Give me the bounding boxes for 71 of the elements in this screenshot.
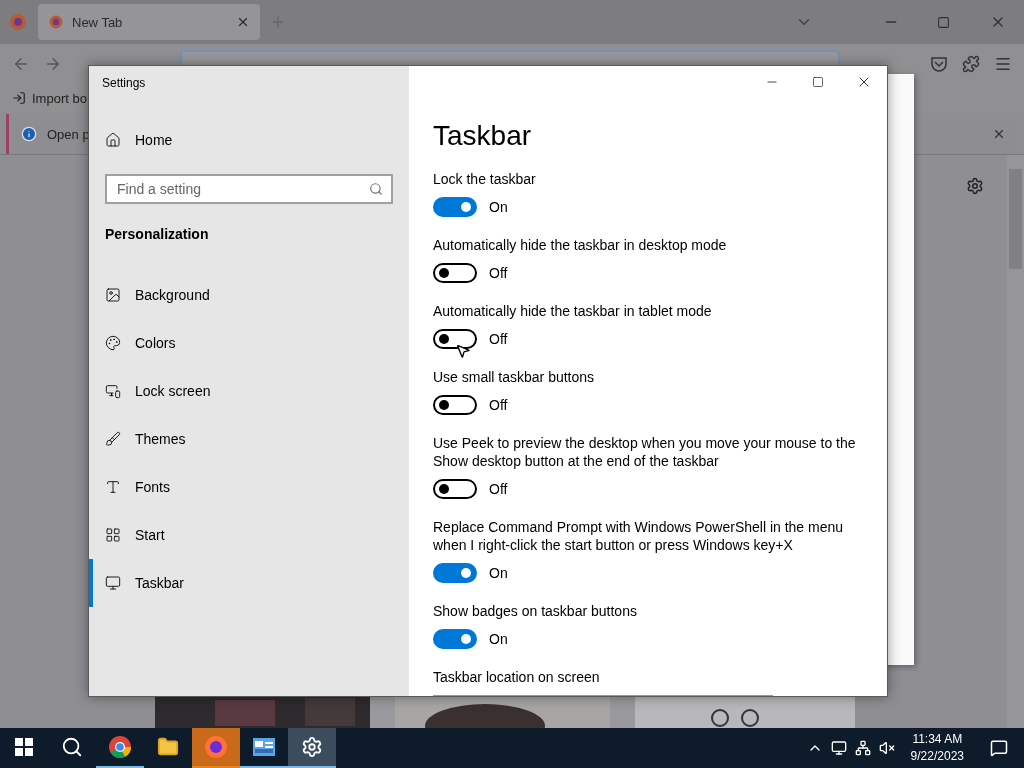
maximize-icon[interactable] <box>812 76 824 88</box>
search-field[interactable]: Find a setting <box>105 174 393 204</box>
page-title: Taskbar <box>433 120 533 152</box>
taskbar-app[interactable] <box>288 728 336 768</box>
toggle-state: On <box>489 565 508 581</box>
network-icon[interactable] <box>854 740 871 756</box>
brush-icon <box>105 431 121 447</box>
setting-label: Taskbar location on screen <box>433 668 601 686</box>
toggle-state: Off <box>489 331 508 347</box>
picture-icon <box>105 287 121 303</box>
toggle-switch[interactable] <box>433 563 477 583</box>
search-icon <box>369 182 383 196</box>
toggle-state: Off <box>489 397 508 413</box>
nav-item[interactable]: Themes <box>89 415 393 463</box>
extensions-icon[interactable] <box>962 55 980 73</box>
notifications-icon[interactable] <box>990 739 1008 757</box>
volume-muted-icon[interactable] <box>878 740 895 756</box>
control-panel-icon <box>252 737 276 757</box>
device-icon[interactable] <box>830 740 847 756</box>
toggle-switch[interactable] <box>433 197 477 217</box>
section-heading: Personalization <box>104 225 210 244</box>
bookmark-link[interactable]: Import bo <box>32 90 87 106</box>
browser-logo-icon <box>48 14 64 30</box>
clock[interactable]: 11:34 AM 9/22/2023 <box>902 731 972 765</box>
toggle-state: On <box>489 199 508 215</box>
browser-tab[interactable]: New Tab <box>38 4 260 40</box>
restore-icon[interactable] <box>937 15 950 29</box>
monitor-icon <box>105 575 121 591</box>
windows-logo-icon <box>15 738 33 756</box>
nav-item[interactable]: Lock screen <box>89 367 393 415</box>
palette-icon <box>105 335 121 351</box>
toggle-switch[interactable] <box>433 479 477 499</box>
setting-label: Automatically hide the taskbar in tablet mode <box>433 302 713 320</box>
search-icon <box>61 736 83 758</box>
setting-label: Use Peek to preview the desktop when you move your mouse to the Show desktop button at the end of the taskbar <box>433 434 857 470</box>
toggle-state: On <box>489 631 508 647</box>
settings-icon <box>301 736 323 758</box>
settings-icon[interactable] <box>966 177 984 195</box>
toggle-switch[interactable] <box>433 629 477 649</box>
import-icon <box>12 91 26 105</box>
window-title: Settings <box>101 75 147 92</box>
tiles-icon <box>105 527 121 543</box>
nav-item[interactable]: Colors <box>89 319 393 367</box>
toggle-switch[interactable] <box>433 395 477 415</box>
home-link[interactable]: Home <box>89 116 393 164</box>
folder-icon <box>157 736 179 758</box>
setting-label: Use small taskbar buttons <box>433 368 596 386</box>
screen-icon <box>105 383 121 399</box>
chrome-icon <box>108 735 132 759</box>
setting-label: Show badges on taskbar buttons <box>433 602 638 620</box>
scrollbar[interactable] <box>1007 155 1024 728</box>
tab-title: New Tab <box>72 14 124 30</box>
pocket-icon[interactable] <box>930 55 948 73</box>
nav-item[interactable]: Start <box>89 511 393 559</box>
browser-logo-icon <box>8 12 28 32</box>
nav-item[interactable]: Fonts <box>89 463 393 511</box>
mouse-pointer-icon <box>455 343 471 359</box>
setting-label: Lock the taskbar <box>433 170 537 188</box>
menu-icon[interactable] <box>994 55 1012 73</box>
nav-item[interactable]: Background <box>89 271 393 319</box>
toggle-switch[interactable] <box>433 263 477 283</box>
info-icon <box>21 126 37 142</box>
setting-label: Automatically hide the taskbar in desktop mode <box>433 236 728 254</box>
toggle-switch[interactable] <box>433 329 477 349</box>
nav-item[interactable]: Taskbar <box>89 559 393 607</box>
toggle-state: Off <box>489 265 508 281</box>
toggle-state: Off <box>489 481 508 497</box>
home-icon <box>105 132 121 148</box>
firefox-icon <box>204 735 228 759</box>
setting-label: Replace Command Prompt with Windows PowerShell in the menu when I right-click the start button or press Windows key+X <box>433 518 845 554</box>
font-icon <box>105 479 121 495</box>
